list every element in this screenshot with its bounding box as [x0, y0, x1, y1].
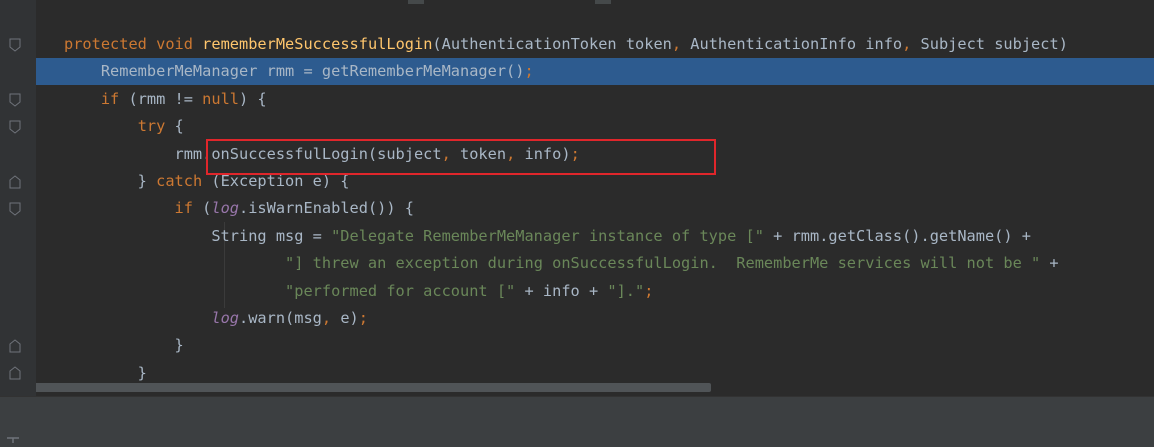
code-token: "]." — [607, 281, 645, 300]
fold-close-icon[interactable] — [9, 339, 21, 353]
code-token: .warn(msg — [239, 309, 322, 327]
code-token: ( — [202, 199, 212, 218]
code-token: "Delegate RememberMeManager instance of … — [331, 226, 764, 245]
code-line[interactable]: if (log.isWarnEnabled()) { — [64, 195, 414, 222]
code-line[interactable]: protected void rememberMeSuccessfulLogin… — [64, 31, 1068, 58]
code-line[interactable]: "performed for account [" + info + "]."; — [64, 278, 653, 305]
bottom-panel — [0, 396, 1154, 447]
code-line[interactable]: if (rmm != null) { — [64, 86, 267, 113]
tool-window-icon[interactable] — [6, 437, 20, 443]
code-token: RememberMeManager rmm = getRememberMeMan… — [64, 62, 525, 81]
code-token: protected — [64, 35, 157, 53]
code-token: , — [902, 35, 921, 53]
code-token: , — [321, 309, 341, 327]
editor-gutter — [0, 0, 36, 396]
code-token: + info + — [515, 281, 608, 300]
code-token: rememberMeSuccessfulLogin — [202, 35, 433, 53]
code-token: } — [64, 363, 147, 382]
code-token: null — [202, 89, 240, 108]
fold-open-icon[interactable] — [9, 38, 21, 52]
fold-close-icon[interactable] — [9, 175, 21, 189]
code-line[interactable]: RememberMeManager rmm = getRememberMeMan… — [64, 58, 534, 85]
code-token: if — [174, 199, 203, 218]
code-token: if — [100, 89, 129, 108]
code-token: ; — [644, 281, 654, 300]
code-token: ; — [358, 309, 368, 327]
code-line[interactable]: } — [64, 332, 184, 359]
code-line[interactable]: String msg = "Delegate RememberMeManager… — [64, 223, 1031, 250]
code-token: String msg = — [64, 226, 332, 245]
code-token: "performed for account [" — [285, 281, 516, 300]
fold-open-icon[interactable] — [9, 93, 21, 107]
code-line[interactable]: log.warn(msg, e); — [64, 305, 368, 332]
code-token: + — [1040, 254, 1059, 273]
code-editor[interactable]: protected void rememberMeSuccessfulLogin… — [36, 0, 1154, 396]
code-token: .isWarnEnabled()) { — [239, 199, 414, 218]
code-token: catch — [156, 172, 212, 190]
code-token: log — [211, 199, 240, 218]
code-line[interactable]: try { — [64, 113, 184, 140]
fold-close-icon[interactable] — [9, 366, 21, 380]
code-token: } — [64, 336, 184, 355]
code-token: , — [671, 35, 691, 53]
code-token: try — [137, 117, 175, 136]
horizontal-scrollbar[interactable] — [36, 383, 711, 392]
code-token: (AuthenticationToken token — [432, 35, 672, 53]
code-token: + rmm.getClass().getName() + — [763, 226, 1032, 245]
code-token: } — [64, 172, 157, 190]
code-token: { — [174, 117, 184, 136]
code-token: log — [211, 309, 239, 327]
code-token: (rmm != — [128, 89, 203, 108]
fold-open-icon[interactable] — [9, 120, 21, 134]
code-token: Subject subject) — [920, 35, 1068, 53]
code-line[interactable]: "] threw an exception during onSuccessfu… — [64, 250, 1059, 277]
annotation-box — [206, 139, 716, 175]
fold-open-icon[interactable] — [9, 202, 21, 216]
code-token: "] threw an exception during onSuccessfu… — [285, 254, 1041, 273]
code-token: AuthenticationInfo info — [690, 35, 903, 53]
code-token: void — [156, 35, 203, 53]
code-token: e) — [340, 309, 359, 327]
code-token: ) { — [239, 89, 267, 108]
code-token: ; — [524, 62, 534, 81]
